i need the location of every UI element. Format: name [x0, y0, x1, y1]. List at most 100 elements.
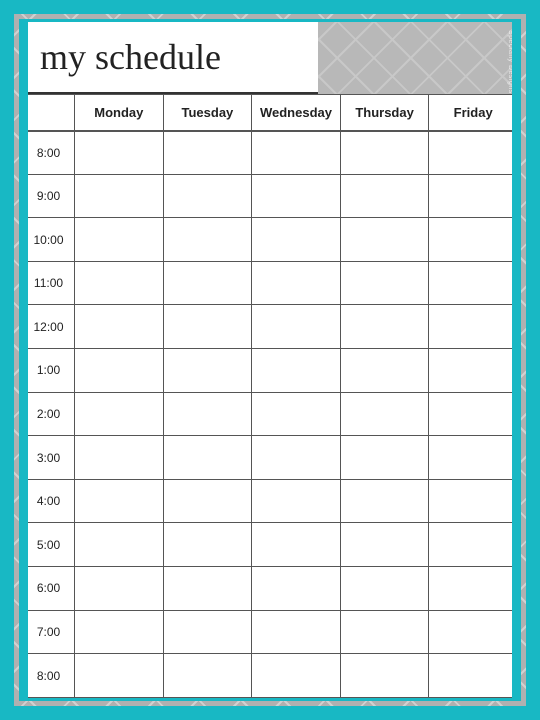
- table-row[interactable]: 11:00: [23, 261, 518, 305]
- schedule-cell[interactable]: [252, 261, 341, 305]
- schedule-cell[interactable]: [75, 261, 164, 305]
- schedule-cell[interactable]: [75, 349, 164, 393]
- schedule-cell[interactable]: [340, 131, 429, 175]
- schedule-cell[interactable]: [340, 392, 429, 436]
- schedule-cell[interactable]: [163, 261, 252, 305]
- schedule-cell[interactable]: [75, 654, 164, 698]
- schedule-cell[interactable]: [429, 654, 518, 698]
- schedule-cell[interactable]: [252, 436, 341, 480]
- schedule-cell[interactable]: [252, 610, 341, 654]
- schedule-cell[interactable]: [163, 218, 252, 262]
- schedule-table: Monday Tuesday Wednesday Thursday Friday…: [22, 94, 518, 698]
- friday-header: Friday: [429, 95, 518, 131]
- schedule-cell[interactable]: [340, 305, 429, 349]
- time-cell: 11:00: [23, 261, 75, 305]
- schedule-cell[interactable]: [163, 523, 252, 567]
- table-row[interactable]: 12:00: [23, 305, 518, 349]
- schedule-card: my schedule Specially Designs Monday Tue…: [19, 19, 521, 701]
- schedule-cell[interactable]: [252, 305, 341, 349]
- schedule-cell[interactable]: [75, 305, 164, 349]
- schedule-cell[interactable]: [340, 567, 429, 611]
- schedule-cell[interactable]: [75, 436, 164, 480]
- schedule-cell[interactable]: [429, 436, 518, 480]
- schedule-cell[interactable]: [340, 261, 429, 305]
- schedule-cell[interactable]: [252, 567, 341, 611]
- table-row[interactable]: 1:00: [23, 349, 518, 393]
- schedule-cell[interactable]: [75, 174, 164, 218]
- schedule-cell[interactable]: [163, 131, 252, 175]
- schedule-cell[interactable]: [429, 349, 518, 393]
- time-cell: 5:00: [23, 523, 75, 567]
- time-cell: 8:00: [23, 654, 75, 698]
- schedule-cell[interactable]: [163, 174, 252, 218]
- schedule-cell[interactable]: [163, 479, 252, 523]
- schedule-cell[interactable]: [429, 218, 518, 262]
- table-row[interactable]: 8:00: [23, 654, 518, 698]
- table-row[interactable]: 5:00: [23, 523, 518, 567]
- schedule-cell[interactable]: [340, 436, 429, 480]
- time-cell: 4:00: [23, 479, 75, 523]
- schedule-cell[interactable]: [163, 392, 252, 436]
- table-row[interactable]: 3:00: [23, 436, 518, 480]
- schedule-cell[interactable]: [252, 174, 341, 218]
- schedule-cell[interactable]: [163, 349, 252, 393]
- schedule-cell[interactable]: [340, 654, 429, 698]
- time-cell: 10:00: [23, 218, 75, 262]
- wednesday-header: Wednesday: [252, 95, 341, 131]
- schedule-cell[interactable]: [429, 174, 518, 218]
- schedule-cell[interactable]: [340, 218, 429, 262]
- schedule-cell[interactable]: [340, 349, 429, 393]
- outer-border: my schedule Specially Designs Monday Tue…: [10, 10, 530, 710]
- table-row[interactable]: 4:00: [23, 479, 518, 523]
- schedule-cell[interactable]: [340, 479, 429, 523]
- table-row[interactable]: 2:00: [23, 392, 518, 436]
- schedule-cell[interactable]: [252, 392, 341, 436]
- schedule-cell[interactable]: [163, 567, 252, 611]
- table-row[interactable]: 6:00: [23, 567, 518, 611]
- schedule-cell[interactable]: [340, 523, 429, 567]
- schedule-cell[interactable]: [75, 218, 164, 262]
- time-cell: 8:00: [23, 131, 75, 175]
- time-cell: 3:00: [23, 436, 75, 480]
- schedule-container: Monday Tuesday Wednesday Thursday Friday…: [22, 94, 518, 698]
- time-cell: 9:00: [23, 174, 75, 218]
- watermark: Specially Designs: [507, 30, 514, 94]
- schedule-cell[interactable]: [75, 523, 164, 567]
- header-row: Monday Tuesday Wednesday Thursday Friday: [23, 95, 518, 131]
- schedule-cell[interactable]: [340, 610, 429, 654]
- title-chevron-overlay: Specially Designs: [318, 22, 518, 94]
- schedule-cell[interactable]: [252, 479, 341, 523]
- schedule-cell[interactable]: [429, 567, 518, 611]
- schedule-cell[interactable]: [429, 523, 518, 567]
- time-cell: 2:00: [23, 392, 75, 436]
- schedule-cell[interactable]: [429, 479, 518, 523]
- time-cell: 6:00: [23, 567, 75, 611]
- schedule-cell[interactable]: [163, 654, 252, 698]
- schedule-cell[interactable]: [163, 436, 252, 480]
- schedule-cell[interactable]: [75, 610, 164, 654]
- schedule-cell[interactable]: [163, 305, 252, 349]
- title-area: my schedule Specially Designs: [22, 22, 518, 94]
- thursday-header: Thursday: [340, 95, 429, 131]
- table-row[interactable]: 8:00: [23, 131, 518, 175]
- schedule-cell[interactable]: [163, 610, 252, 654]
- schedule-cell[interactable]: [252, 349, 341, 393]
- schedule-cell[interactable]: [75, 567, 164, 611]
- schedule-cell[interactable]: [429, 305, 518, 349]
- page-title: my schedule: [40, 36, 221, 78]
- table-row[interactable]: 10:00: [23, 218, 518, 262]
- schedule-cell[interactable]: [75, 392, 164, 436]
- schedule-cell[interactable]: [429, 261, 518, 305]
- schedule-cell[interactable]: [429, 131, 518, 175]
- schedule-cell[interactable]: [252, 218, 341, 262]
- schedule-cell[interactable]: [429, 610, 518, 654]
- schedule-cell[interactable]: [252, 654, 341, 698]
- schedule-cell[interactable]: [429, 392, 518, 436]
- schedule-cell[interactable]: [252, 131, 341, 175]
- table-row[interactable]: 7:00: [23, 610, 518, 654]
- table-row[interactable]: 9:00: [23, 174, 518, 218]
- schedule-cell[interactable]: [252, 523, 341, 567]
- schedule-cell[interactable]: [75, 131, 164, 175]
- schedule-cell[interactable]: [75, 479, 164, 523]
- schedule-cell[interactable]: [340, 174, 429, 218]
